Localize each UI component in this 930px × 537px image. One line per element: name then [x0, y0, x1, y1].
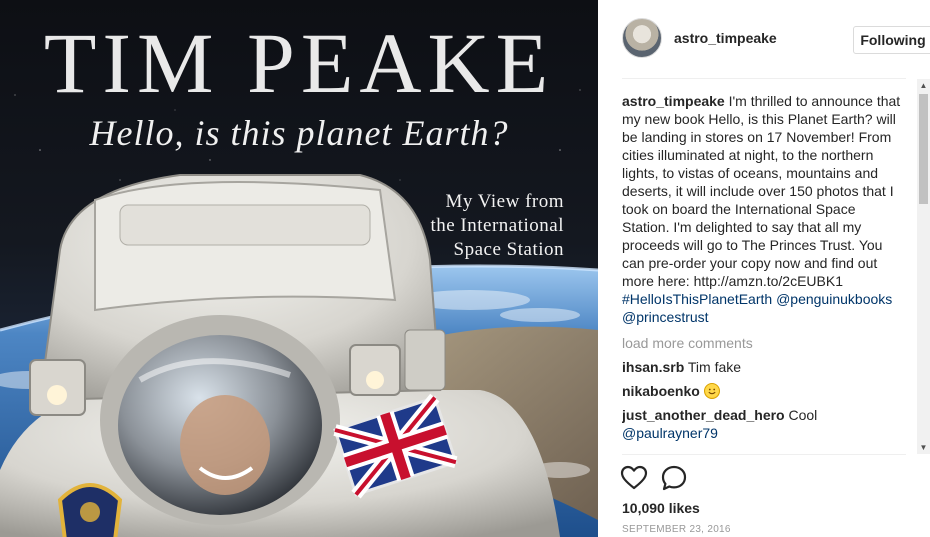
comment-item: nikaboenko: [622, 382, 906, 400]
scroll-up-arrow-icon[interactable]: ▲: [917, 79, 930, 92]
post-date: SEPTEMBER 23, 2016: [622, 524, 731, 535]
caption-mention[interactable]: @princestrust: [622, 309, 709, 325]
actions-divider: [622, 454, 906, 455]
load-more-comments-button[interactable]: load more comments: [622, 334, 906, 352]
comments-list[interactable]: astro_timpeake I'm thrilled to announce …: [622, 92, 906, 452]
likes-count[interactable]: 10,090 likes: [622, 500, 700, 516]
comment-mention[interactable]: @paulrayner79: [622, 425, 718, 441]
comment-text: Cool: [788, 407, 818, 423]
caption-hashtag[interactable]: #HelloIsThisPlanetEarth: [622, 291, 772, 307]
comment-username[interactable]: ihsan.srb: [622, 359, 684, 375]
post-actions: [620, 464, 700, 492]
astronaut-illustration: [0, 174, 560, 537]
header-divider: [622, 78, 906, 79]
avatar[interactable]: [622, 18, 662, 58]
caption-link[interactable]: http://amzn.to/2cEUBK1: [694, 273, 843, 289]
comments-scrollbar[interactable]: ▲ ▼: [917, 79, 930, 454]
post-author-username[interactable]: astro_timpeake: [674, 30, 777, 46]
following-button[interactable]: Following: [853, 26, 930, 54]
post-image[interactable]: TIM PEAKE Hello, is this planet Earth? M…: [0, 0, 598, 537]
comment-item: just_another_dead_hero Cool @paulrayner7…: [622, 406, 906, 442]
comment-icon[interactable]: [660, 464, 688, 492]
post-panel: astro_timpeake Following astro_timpeake …: [598, 0, 930, 537]
caption-text: I'm thrilled to announce that my new boo…: [622, 93, 901, 289]
caption-mention[interactable]: @penguinukbooks: [776, 291, 892, 307]
comment-username[interactable]: nikaboenko: [622, 383, 700, 399]
smiling-face-emoji-icon: [703, 383, 720, 399]
comment-text: Tim fake: [687, 359, 742, 375]
scrollbar-thumb[interactable]: [919, 94, 928, 204]
heart-icon[interactable]: [620, 464, 648, 492]
scroll-down-arrow-icon[interactable]: ▼: [917, 441, 930, 454]
comment-item: ihsan.srb Tim fake: [622, 358, 906, 376]
comment-username[interactable]: just_another_dead_hero: [622, 407, 785, 423]
post-header: astro_timpeake Following: [622, 18, 930, 62]
caption-username[interactable]: astro_timpeake: [622, 93, 725, 109]
post-caption: astro_timpeake I'm thrilled to announce …: [622, 92, 906, 326]
